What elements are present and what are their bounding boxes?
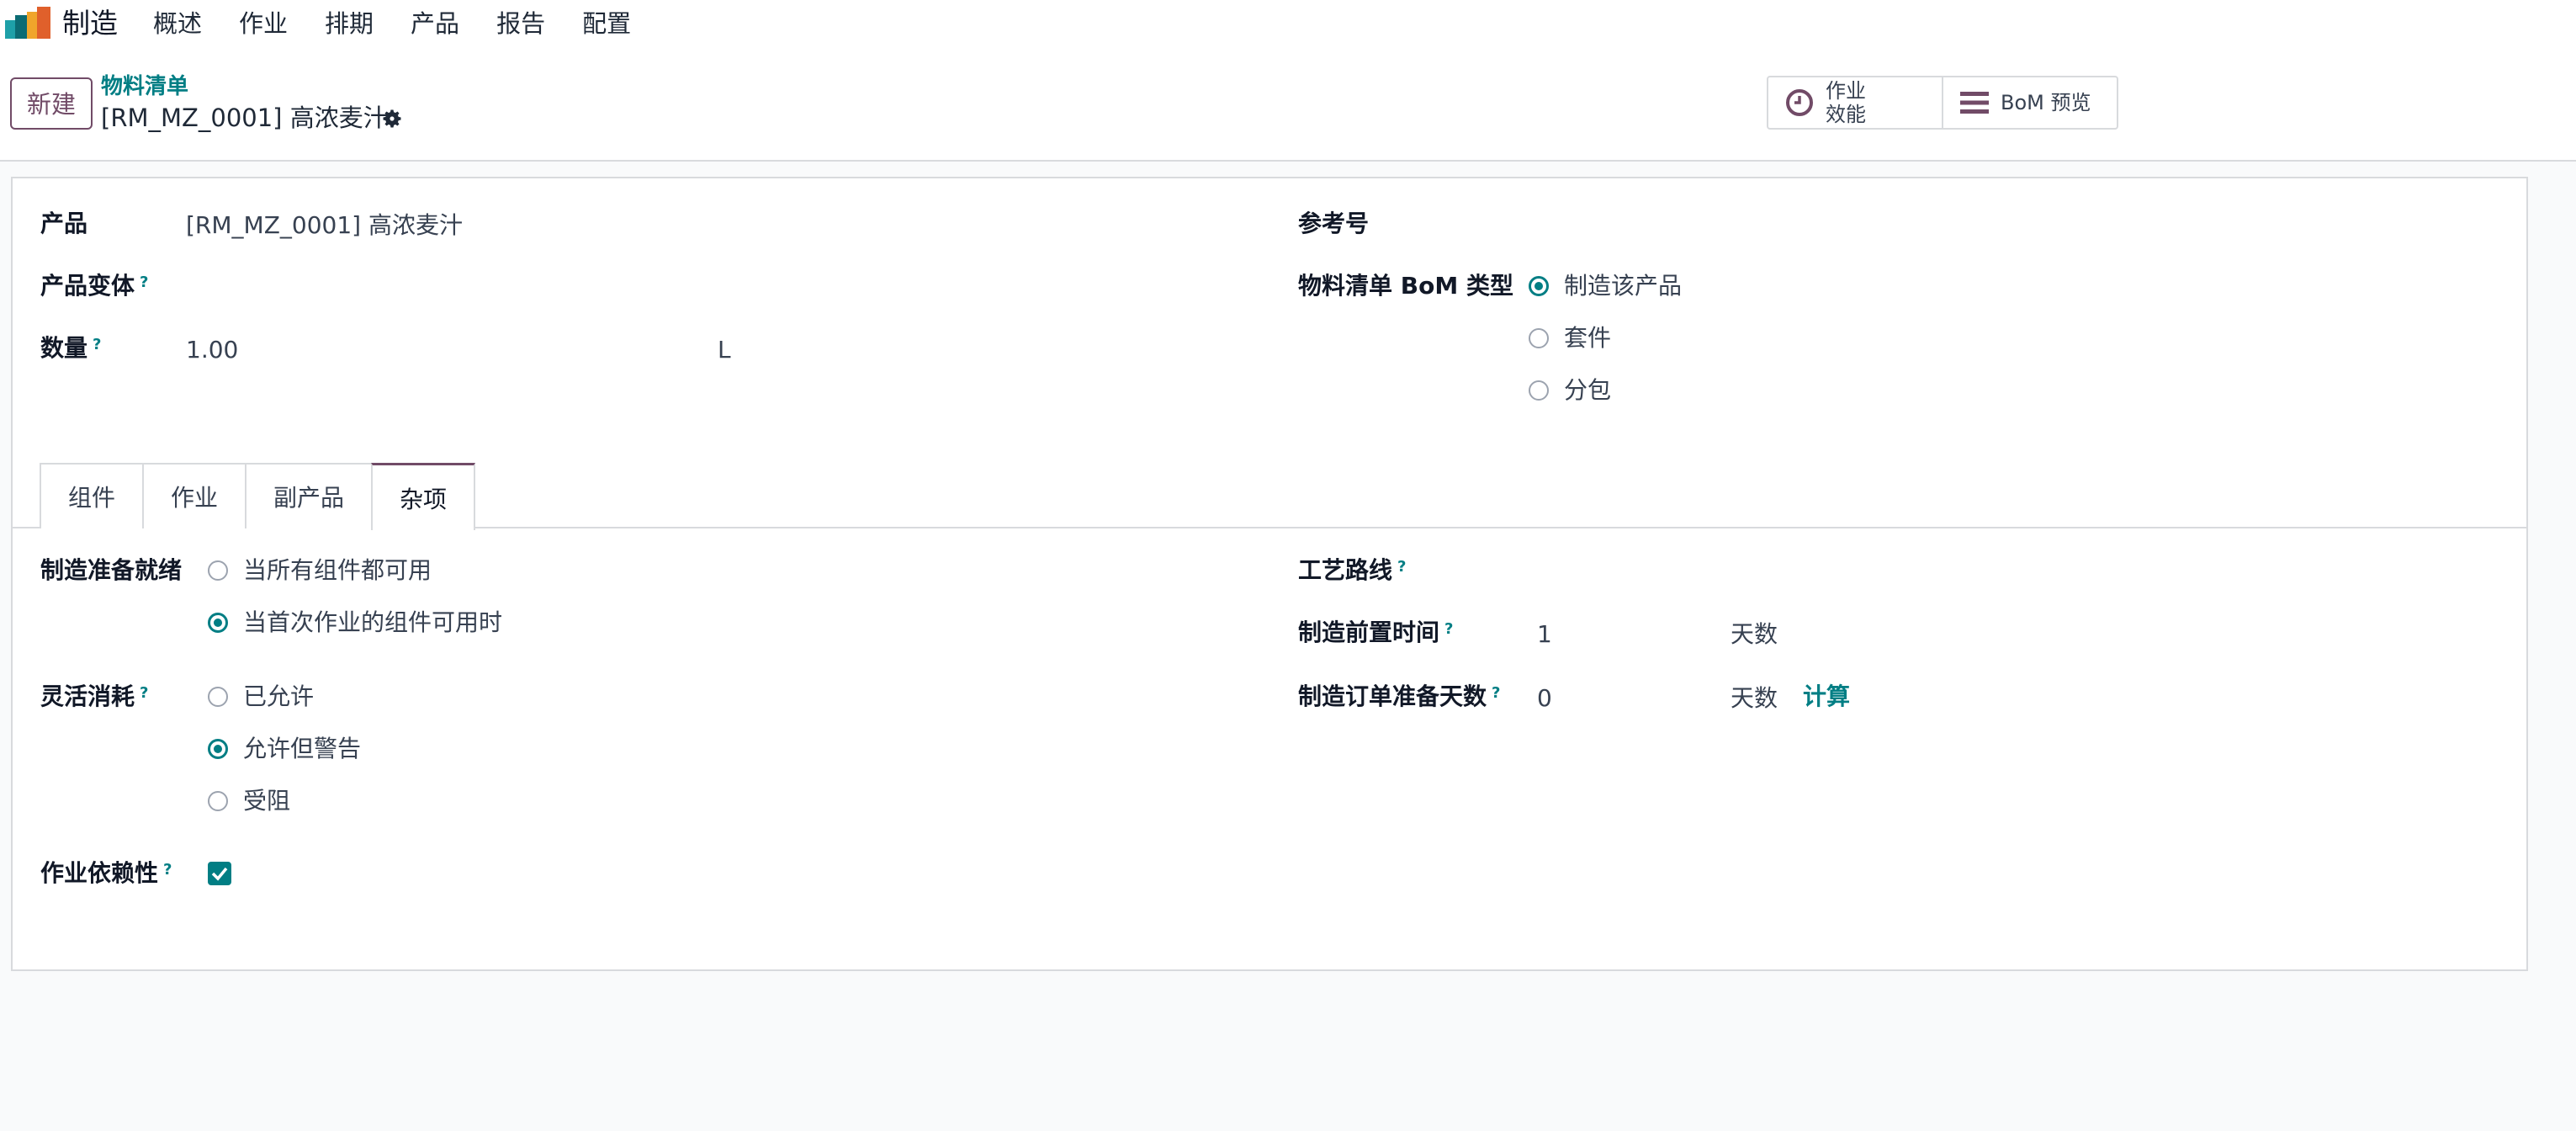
product-label: 产品 [40, 210, 88, 237]
radio-label: 套件 [1564, 324, 1612, 352]
routing-label-text: 工艺路线 [1298, 556, 1393, 584]
operation-dependencies-label: 作业依赖性? [40, 858, 172, 889]
help-icon[interactable]: ? [1397, 558, 1406, 576]
radio-label: 允许但警告 [243, 735, 362, 762]
manufacturing-lead-time-label: 制造前置时间? [1298, 618, 1453, 648]
radio-label: 已允许 [243, 682, 315, 710]
product-variant-label-text: 产品变体 [40, 272, 135, 300]
smart-button-line1: 作业 [1826, 79, 1866, 103]
radio-label: 制造该产品 [1564, 272, 1683, 300]
menu-item-reporting[interactable]: 报告 [496, 5, 545, 42]
tab-operations[interactable]: 作业 [142, 463, 247, 528]
help-icon[interactable]: ? [163, 861, 172, 879]
days-to-prepare-label-text: 制造订单准备天数 [1298, 682, 1487, 710]
menu-item-operations[interactable]: 作业 [239, 5, 288, 42]
tab-components[interactable]: 组件 [40, 463, 145, 528]
help-icon[interactable]: ? [1492, 684, 1500, 702]
help-icon[interactable]: ? [140, 273, 148, 291]
help-icon[interactable]: ? [1444, 620, 1453, 638]
menu-item-planning[interactable]: 排期 [325, 5, 374, 42]
quantity-field[interactable]: 1.00 [186, 335, 238, 365]
operation-dependencies-checkbox[interactable] [208, 862, 231, 885]
reference-label: 参考号 [1298, 210, 1370, 237]
ready-option-first-operation[interactable]: 当首次作业的组件可用时 [208, 608, 502, 638]
form-sheet: 产品 [RM_MZ_0001] 高浓麦汁 产品变体? 数量? 1.00 L 参考… [11, 177, 2528, 971]
radio-selected[interactable] [1529, 276, 1549, 296]
gear-icon[interactable] [380, 107, 404, 130]
radio-unselected[interactable] [208, 791, 228, 811]
app-name[interactable]: 制造 [62, 5, 118, 42]
work-center-efficiency-button[interactable]: 作业 效能 [1768, 77, 1943, 128]
routing-field[interactable] [1537, 555, 2378, 586]
flexible-consumption-label-text: 灵活消耗 [40, 682, 135, 710]
tab-miscellaneous[interactable]: 杂项 [371, 463, 476, 530]
radio-selected[interactable] [208, 739, 228, 759]
bom-type-option-subcontract[interactable]: 分包 [1529, 375, 1611, 406]
new-button[interactable]: 新建 [10, 77, 93, 130]
control-panel: 新建 物料清单 [RM_MZ_0001] 高浓麦汁 作业 效能 BoM 预览 [0, 49, 2576, 162]
menu-item-overview[interactable]: 概述 [153, 5, 202, 42]
flex-option-warning[interactable]: 允许但警告 [208, 734, 361, 764]
bars-icon [1960, 92, 1989, 114]
uom-field[interactable]: L [718, 335, 731, 365]
smart-button-line2: 效能 [1826, 103, 1866, 126]
breadcrumb-current: [RM_MZ_0001] 高浓麦汁 [101, 104, 388, 132]
radio-label: 当首次作业的组件可用时 [243, 608, 503, 636]
radio-selected[interactable] [208, 613, 228, 633]
notebook-tabs: 组件 作业 副产品 杂项 [40, 463, 476, 530]
clock-icon [1786, 89, 1813, 116]
days-to-prepare-unit: 天数 [1731, 684, 1778, 712]
product-variant-field[interactable] [186, 271, 657, 301]
radio-unselected[interactable] [1529, 328, 1549, 348]
main-menu: 概述 作业 排期 产品 报告 配置 [153, 5, 668, 42]
flexible-consumption-label: 灵活消耗? [40, 682, 148, 712]
days-to-prepare-label: 制造订单准备天数? [1298, 682, 1500, 712]
bom-preview-button[interactable]: BoM 预览 [1943, 77, 2117, 128]
smart-button-label: 作业 效能 [1826, 79, 1866, 126]
operation-dependencies-label-text: 作业依赖性 [40, 859, 159, 887]
days-to-prepare-field[interactable]: 0 [1537, 683, 1552, 714]
tab-by-products[interactable]: 副产品 [245, 463, 374, 528]
menu-item-products[interactable]: 产品 [411, 5, 459, 42]
product-field[interactable]: [RM_MZ_0001] 高浓麦汁 [186, 210, 463, 241]
flex-option-allowed[interactable]: 已允许 [208, 682, 314, 712]
flex-option-blocked[interactable]: 受阻 [208, 786, 290, 816]
bom-type-label: 物料清单 BoM 类型 [1298, 272, 1513, 300]
quantity-label: 数量? [40, 333, 101, 364]
radio-label: 当所有组件都可用 [243, 556, 432, 584]
breadcrumb-parent[interactable]: 物料清单 [101, 72, 188, 101]
radio-label: 受阻 [243, 787, 291, 815]
smart-buttons: 作业 效能 BoM 预览 [1767, 76, 2118, 130]
reference-field[interactable] [1529, 209, 2370, 239]
bom-preview-label: BoM 预览 [2001, 91, 2091, 114]
compute-button[interactable]: 计算 [1803, 682, 1850, 712]
manufacturing-app-icon[interactable] [5, 7, 50, 40]
ready-to-produce-label: 制造准备就绪 [40, 556, 183, 584]
top-navbar: 制造 概述 作业 排期 产品 报告 配置 [0, 0, 2576, 49]
quantity-label-text: 数量 [40, 334, 88, 362]
bom-type-option-manufacture[interactable]: 制造该产品 [1529, 271, 1682, 301]
help-icon[interactable]: ? [93, 336, 101, 353]
radio-unselected[interactable] [1529, 380, 1549, 401]
help-icon[interactable]: ? [140, 684, 148, 702]
check-icon [211, 867, 228, 881]
lead-time-unit: 天数 [1731, 620, 1778, 648]
manufacturing-lead-time-label-text: 制造前置时间 [1298, 619, 1440, 646]
radio-unselected[interactable] [208, 687, 228, 707]
radio-label: 分包 [1564, 376, 1612, 404]
bom-type-option-kit[interactable]: 套件 [1529, 323, 1611, 353]
product-variant-label: 产品变体? [40, 271, 148, 301]
lead-time-field[interactable]: 1 [1537, 619, 1552, 650]
routing-label: 工艺路线? [1298, 555, 1406, 586]
radio-unselected[interactable] [208, 560, 228, 581]
ready-option-all-available[interactable]: 当所有组件都可用 [208, 555, 432, 586]
menu-item-configuration[interactable]: 配置 [582, 5, 631, 42]
